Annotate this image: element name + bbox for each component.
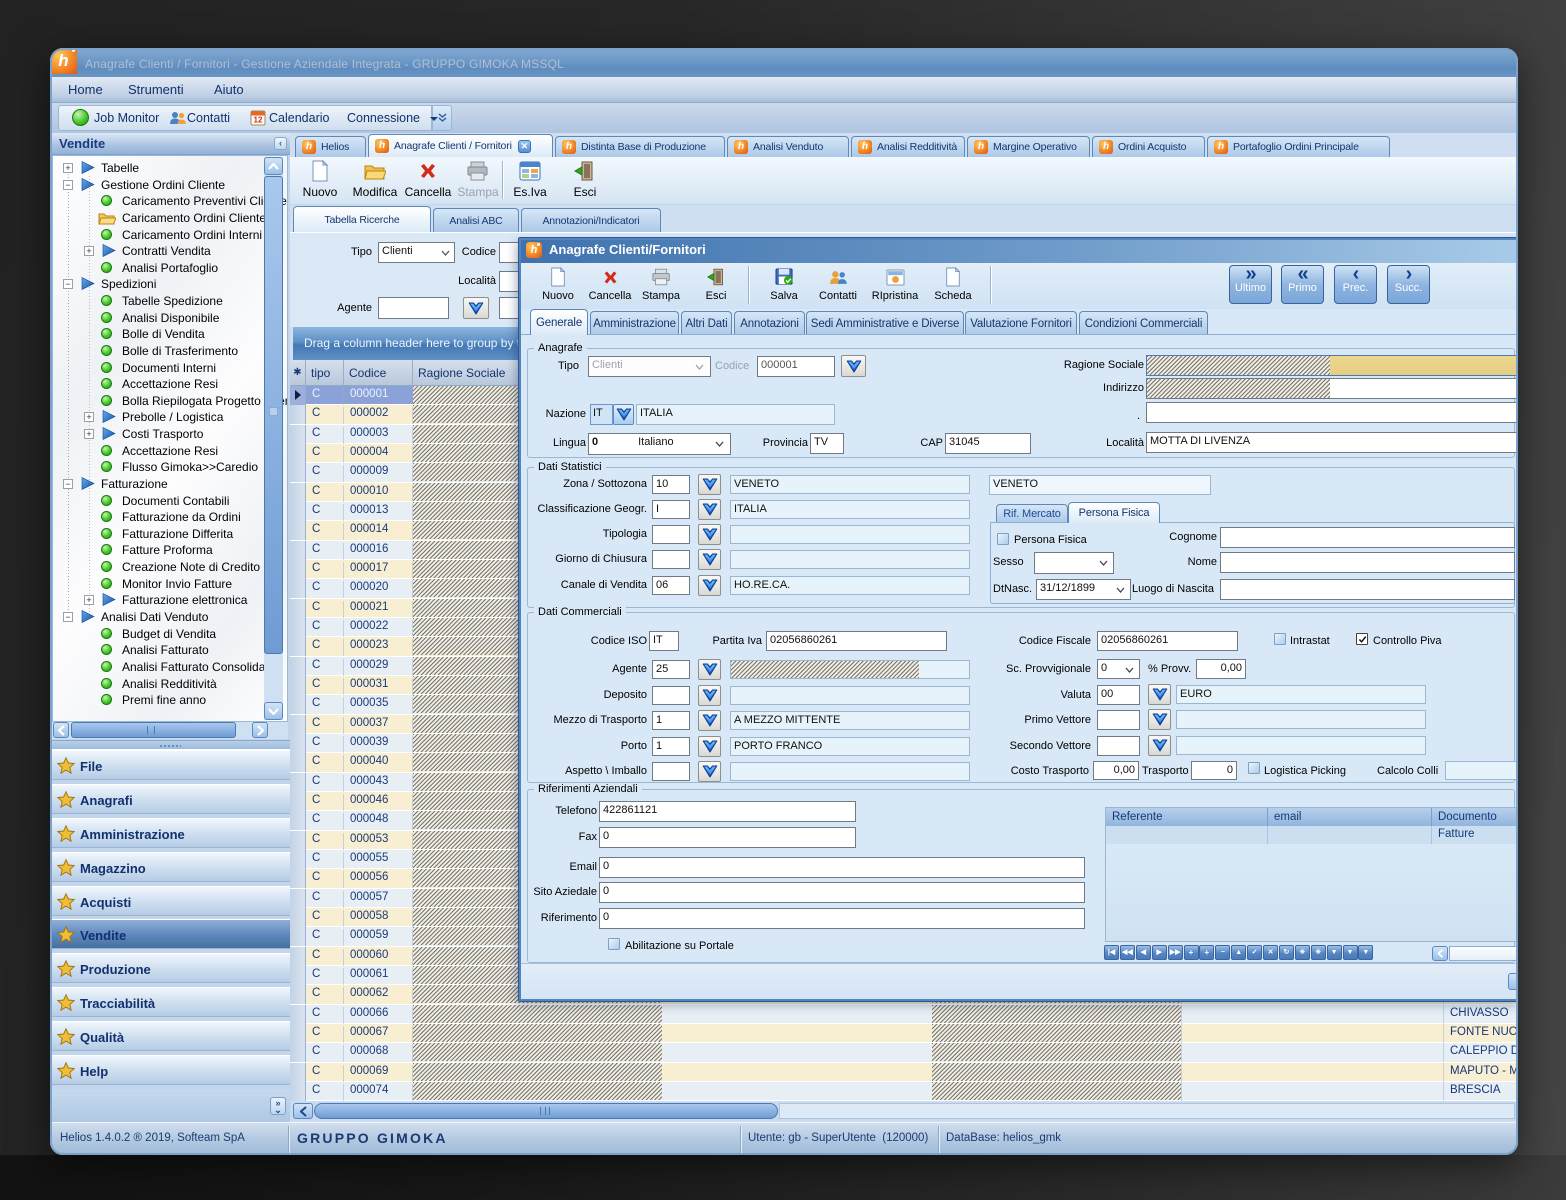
svg-text:12: 12 [253,115,262,124]
